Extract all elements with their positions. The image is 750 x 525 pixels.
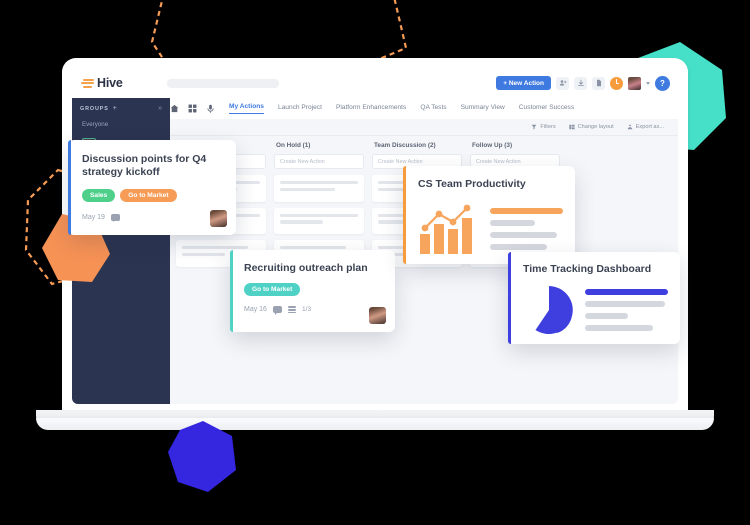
legend-bar — [490, 220, 536, 227]
home-icon[interactable] — [170, 100, 179, 118]
grid-icon[interactable] — [188, 100, 197, 118]
hive-logo-text: Hive — [97, 76, 123, 90]
card-accent-bar — [508, 252, 511, 344]
nav-tab-list: My Actions Launch Project Platform Enhan… — [215, 103, 574, 114]
tab-qa-tests[interactable]: QA Tests — [420, 104, 446, 114]
chart-legend-bars — [585, 289, 668, 332]
laptop-screen: Hive + New Action ? My Actions Launch Pr… — [72, 68, 678, 404]
deco-heptagon-indigo — [168, 421, 236, 492]
filters-label: Filters — [540, 124, 556, 130]
column-title: On Hold (1) — [276, 142, 311, 149]
laptop-foot — [36, 418, 714, 430]
card-title: Discussion points for Q4 strategy kickof… — [82, 153, 207, 179]
collapse-sidebar-icon[interactable]: » — [158, 105, 162, 112]
tab-summary-view[interactable]: Summary View — [461, 104, 505, 114]
card-date: May 19 — [82, 213, 105, 221]
tab-customer-success[interactable]: Customer Success — [519, 104, 574, 114]
tab-launch-project[interactable]: Launch Project — [278, 104, 322, 114]
tag-sales[interactable]: Sales — [82, 188, 116, 202]
checklist-icon[interactable] — [287, 306, 296, 314]
laptop-frame: Hive + New Action ? My Actions Launch Pr… — [62, 58, 688, 418]
help-button[interactable]: ? — [655, 75, 670, 91]
user-avatar[interactable] — [628, 76, 641, 90]
legend-bar-primary — [585, 289, 668, 296]
floating-card-recruiting[interactable]: Recruiting outreach plan Go to Market Ma… — [230, 250, 395, 332]
layout-icon — [569, 124, 575, 130]
illustration-stage: Hive + New Action ? My Actions Launch Pr… — [0, 0, 750, 525]
sidebar-header: GROUPS + » — [72, 98, 170, 117]
export-label: Export as... — [635, 124, 664, 130]
comment-icon[interactable] — [110, 213, 120, 223]
card-accent-bar — [230, 250, 233, 332]
change-layout-button[interactable]: Change layout — [569, 124, 614, 130]
topbar-actions: + New Action ? — [496, 75, 678, 91]
floating-card-cs-productivity[interactable]: CS Team Productivity — [403, 166, 575, 264]
chart-legend-bars — [490, 208, 563, 254]
legend-bar — [585, 313, 629, 320]
hive-logo-icon — [81, 78, 94, 88]
tab-my-actions[interactable]: My Actions — [229, 103, 264, 114]
card-tag-list: Go to Market — [244, 283, 383, 297]
legend-bar — [490, 244, 547, 251]
filter-icon — [531, 124, 537, 130]
card-meta: May 16 1/3 — [244, 306, 383, 315]
card-accent-bar — [68, 140, 71, 235]
bar-line-chart — [420, 205, 472, 255]
search-input[interactable] — [167, 78, 279, 88]
card-title: Recruiting outreach plan — [244, 262, 368, 274]
card-meta: May 19 — [82, 213, 223, 223]
change-layout-label: Change layout — [577, 124, 614, 130]
column-title: Follow Up (3) — [472, 142, 513, 149]
hive-app: Hive + New Action ? My Actions Launch Pr… — [72, 68, 678, 404]
avatar[interactable] — [210, 210, 227, 227]
download-icon[interactable] — [574, 76, 587, 90]
add-group-icon[interactable]: + — [113, 105, 117, 112]
tag-go-to-market[interactable]: Go to Market — [244, 283, 301, 297]
app-topbar: Hive + New Action ? — [72, 68, 678, 99]
sidebar-item-everyone[interactable]: Everyone — [72, 117, 170, 131]
card-tag-list: Sales Go to Market — [82, 188, 223, 202]
pie-chart — [535, 286, 573, 335]
legend-bar — [585, 301, 665, 308]
legend-bar — [585, 325, 654, 332]
export-icon — [627, 124, 632, 130]
legend-bar — [490, 232, 558, 239]
chevron-down-icon[interactable] — [646, 81, 650, 85]
floating-card-discussion[interactable]: Discussion points for Q4 strategy kickof… — [68, 140, 236, 235]
board-card[interactable] — [274, 207, 364, 235]
productivity-chart — [418, 202, 563, 255]
hive-logo[interactable]: Hive — [72, 76, 167, 90]
filters-button[interactable]: Filters — [531, 124, 556, 130]
file-icon[interactable] — [592, 76, 605, 90]
add-user-icon[interactable] — [556, 76, 569, 90]
column-title: Team Discussion (2) — [374, 142, 436, 149]
card-accent-bar — [403, 166, 406, 264]
comment-icon[interactable] — [272, 306, 282, 315]
mic-icon[interactable] — [206, 100, 215, 118]
time-tracking-chart — [523, 284, 668, 336]
create-new-action-input[interactable]: Create New Action — [274, 154, 364, 169]
checklist-count: 1/3 — [301, 306, 312, 314]
tag-go-to-market[interactable]: Go to Market — [120, 188, 177, 202]
card-date: May 16 — [244, 306, 267, 314]
card-title: Time Tracking Dashboard — [523, 263, 652, 275]
board-subtoolbar: Filters Change layout Export as... — [170, 119, 678, 136]
export-button[interactable]: Export as... — [627, 124, 664, 130]
floating-card-time-tracking[interactable]: Time Tracking Dashboard — [508, 252, 680, 344]
sidebar-title: GROUPS — [80, 105, 109, 112]
card-title: CS Team Productivity — [418, 178, 526, 190]
tab-platform-enhancements[interactable]: Platform Enhancements — [336, 104, 406, 114]
board-card[interactable] — [274, 175, 364, 202]
new-action-button[interactable]: + New Action — [496, 76, 551, 90]
timer-clock-icon[interactable] — [610, 76, 623, 90]
avatar[interactable] — [369, 307, 386, 324]
legend-bar-primary — [490, 208, 563, 215]
